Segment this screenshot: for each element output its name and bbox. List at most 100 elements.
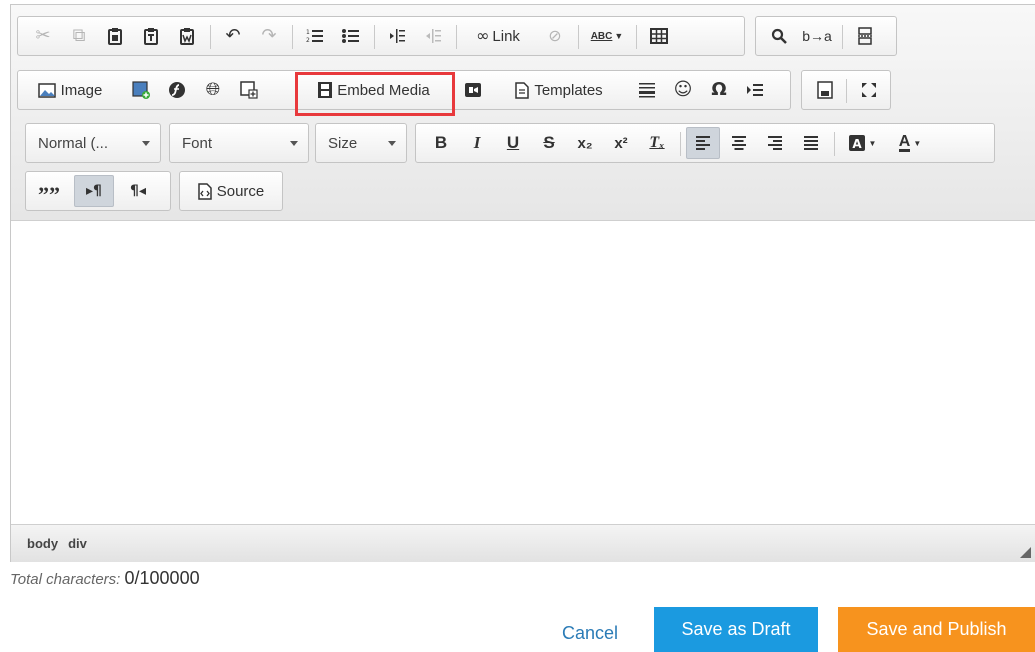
bulleted-list-icon [342,29,359,43]
editor-content-area[interactable] [11,222,1035,524]
toolbar-group-edit: ✂ ⧉ ↶ ↷ 12 ∞ Link ⊘ ABC ▼ [17,16,745,56]
separator [680,132,681,156]
size-select[interactable]: Size [315,123,407,163]
background-color-button[interactable]: A ▼ [840,127,884,159]
show-blocks-button[interactable] [738,74,772,106]
numbered-list-button[interactable]: 12 [298,20,332,52]
separator [842,25,843,49]
background-color-icon: A [848,135,865,151]
insert-div-button[interactable] [232,74,266,106]
resize-handle-icon[interactable] [1020,547,1031,558]
format-select[interactable]: Normal (... [25,123,161,163]
source-button[interactable]: Source [186,175,276,207]
table-button[interactable] [642,20,676,52]
horizontal-rule-button[interactable] [630,74,664,106]
smiley-button[interactable]: ☺ [666,74,700,106]
preview-button[interactable] [808,74,842,106]
increase-indent-button[interactable] [416,20,450,52]
strike-icon: S [543,133,555,152]
superscript-button[interactable]: x² [604,127,638,159]
bulleted-list-button[interactable] [334,20,368,52]
paste-text-button[interactable] [134,20,168,52]
embed-media-button[interactable]: Embed Media [298,74,450,106]
paste-from-word-button[interactable] [170,20,204,52]
save-and-publish-button[interactable]: Save and Publish [838,607,1035,652]
paste-text-icon [144,28,158,45]
format-select-value: Normal (... [38,134,109,152]
toolbar-group-insert: Image 🌐︎ Embed Media Templates ☺ Ω [17,70,791,110]
find-button[interactable] [762,20,796,52]
superscript-icon: x² [614,134,628,152]
separator [846,79,847,103]
strike-button[interactable]: S [532,127,566,159]
decrease-indent-button[interactable] [380,20,414,52]
smiley-icon: ☺ [673,79,693,100]
character-count: Total characters: 0/100000 [10,568,200,589]
underline-button[interactable]: U [496,127,530,159]
align-center-button[interactable] [722,127,756,159]
media-embed-icon [465,83,481,97]
link-icon: ∞ [476,26,490,45]
media-embed-button[interactable] [456,74,490,106]
undo-button[interactable]: ↶ [216,20,250,52]
toolbar-group-view [801,70,891,110]
templates-label: Templates [534,81,603,99]
remove-format-button[interactable]: Tₓ [640,127,674,159]
maximize-button[interactable] [852,74,886,106]
templates-button[interactable]: Templates [494,74,624,106]
horizontal-rule-icon [639,83,655,98]
path-item-body[interactable]: body [27,536,58,551]
omega-icon: Ω [711,79,727,100]
copy-button[interactable]: ⧉ [62,20,96,52]
subscript-button[interactable]: x₂ [568,127,602,159]
unlink-button[interactable]: ⊘ [538,20,572,52]
table-icon [650,28,668,44]
text-color-icon: A [898,133,911,152]
element-path-bar: body div [11,524,1035,562]
justify-button[interactable] [794,127,828,159]
page-break-button[interactable] [848,20,882,52]
special-char-button[interactable]: Ω [702,74,736,106]
paste-button[interactable] [98,20,132,52]
text-color-button[interactable]: A ▼ [888,127,932,159]
save-as-draft-button[interactable]: Save as Draft [654,607,818,652]
font-select[interactable]: Font [169,123,309,163]
cancel-button[interactable]: Cancel [555,614,625,652]
link-button[interactable]: ∞ Link [462,20,534,52]
source-icon [197,182,212,200]
cut-icon: ✂ [35,25,51,46]
cut-button[interactable]: ✂ [26,20,60,52]
subscript-icon: x₂ [577,134,593,152]
spellcheck-icon: ABC [590,30,613,42]
redo-button[interactable]: ↷ [252,20,286,52]
replace-button[interactable]: b→a [798,20,836,52]
ltr-button[interactable]: ▸¶ [74,175,114,207]
path-item-div[interactable]: div [68,536,87,551]
bold-button[interactable]: B [424,127,458,159]
preview-icon [817,81,833,99]
find-icon [771,28,787,44]
italic-icon: I [473,133,481,152]
insert-image-button[interactable] [124,74,158,106]
replace-icon: b→a [802,28,832,44]
toolbar-group-source: Source [179,171,283,211]
chevron-down-icon [388,141,396,146]
image-label: Image [60,81,103,99]
align-right-button[interactable] [758,127,792,159]
undo-icon: ↶ [225,25,241,46]
spellcheck-button[interactable]: ABC ▼ [584,20,630,52]
blockquote-button[interactable]: ”” [32,175,66,207]
image-button[interactable]: Image [24,74,116,106]
rich-text-editor: ✂ ⧉ ↶ ↷ 12 ∞ Link ⊘ ABC ▼ b→a Image 🌐︎ E… [10,4,1035,562]
align-left-button[interactable] [686,127,720,159]
unlink-icon: ⊘ [548,26,562,45]
chevron-down-icon: ▼ [614,31,624,41]
character-count-value: 0/100000 [124,568,200,588]
flash-button[interactable] [160,74,194,106]
rtl-button[interactable]: ¶◂ [118,175,158,207]
italic-button[interactable]: I [460,127,494,159]
show-blocks-icon [747,84,763,96]
iframe-button[interactable]: 🌐︎ [196,74,230,106]
flash-icon [169,82,185,98]
chevron-down-icon [142,141,150,146]
